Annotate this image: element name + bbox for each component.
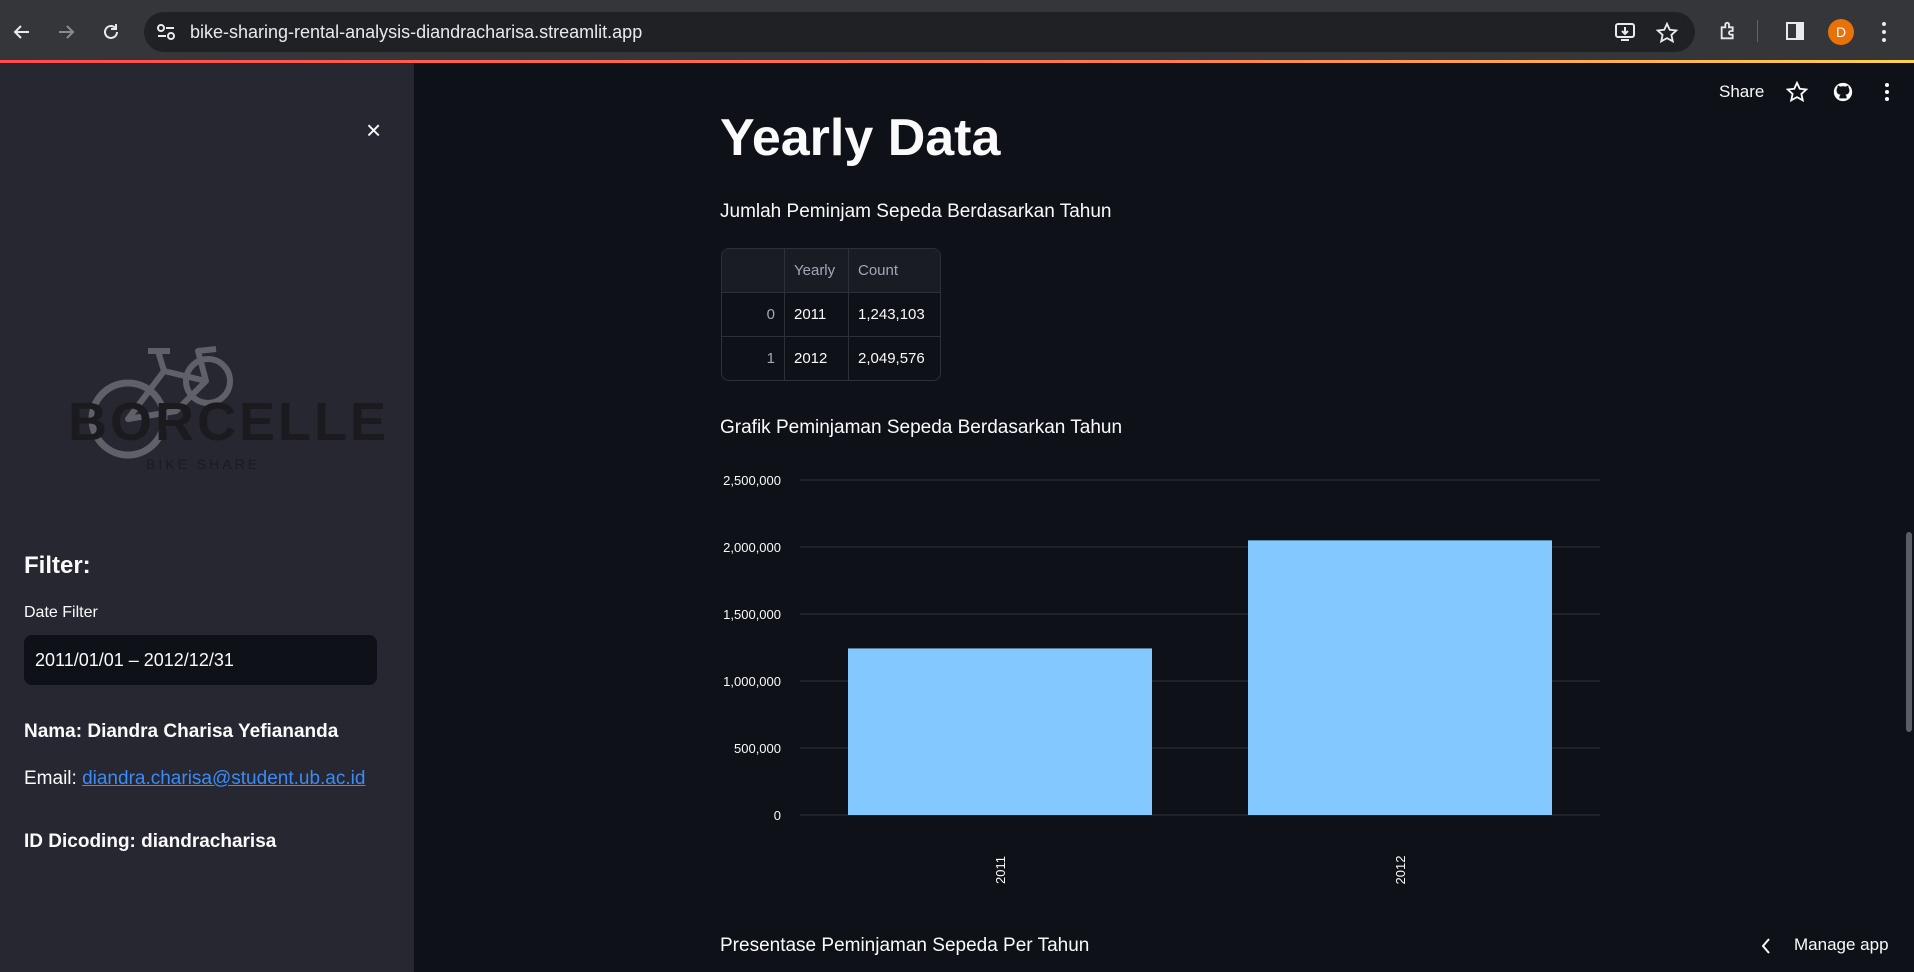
address-bar[interactable]: bike-sharing-rental-analysis-diandrachar… xyxy=(144,12,1695,52)
x-tick-label: 2011 xyxy=(993,856,1008,884)
share-button[interactable]: Share xyxy=(1719,82,1764,102)
table-cell: 2,049,576 xyxy=(848,336,940,380)
y-tick-label: 2,500,000 xyxy=(723,473,781,488)
forward-button[interactable] xyxy=(48,14,84,50)
yearly-data-table[interactable]: Yearly Count 0 2011 1,243,103 1 2012 2,0… xyxy=(721,248,941,381)
column-header-count[interactable]: Count xyxy=(848,249,940,293)
page-title: Yearly Data xyxy=(720,109,1001,167)
row-index: 0 xyxy=(722,292,785,337)
table-header-row: Yearly Count xyxy=(722,249,940,293)
email-row: Email: diandra.charisa@student.ub.ac.id xyxy=(24,768,365,790)
email-label: Email: xyxy=(24,768,77,789)
profile-avatar[interactable]: D xyxy=(1828,19,1854,45)
back-button[interactable] xyxy=(4,14,40,50)
table-caption: Jumlah Peminjam Sepeda Berdasarkan Tahun xyxy=(720,201,1112,222)
y-tick-label: 1,500,000 xyxy=(723,607,781,622)
date-filter-input[interactable]: 2011/01/01 – 2012/12/31 xyxy=(24,635,377,685)
extensions-icon[interactable] xyxy=(1718,20,1740,42)
table-cell: 1,243,103 xyxy=(848,292,940,337)
y-tick-label: 2,000,000 xyxy=(723,540,781,555)
browser-toolbar: bike-sharing-rental-analysis-diandrachar… xyxy=(0,0,1914,62)
chevron-left-icon[interactable] xyxy=(1760,937,1772,955)
date-filter-label: Date Filter xyxy=(24,604,98,621)
browser-menu-icon[interactable] xyxy=(1880,21,1888,43)
table-cell: 2011 xyxy=(784,292,849,337)
url-text: bike-sharing-rental-analysis-diandrachar… xyxy=(190,22,643,42)
bar-2011[interactable] xyxy=(848,648,1152,815)
star-icon[interactable] xyxy=(1786,81,1808,103)
y-tick-label: 0 xyxy=(774,808,781,823)
close-sidebar-button[interactable]: × xyxy=(366,115,381,146)
table-row: 0 2011 1,243,103 xyxy=(722,292,940,337)
column-header-yearly[interactable]: Yearly xyxy=(784,249,849,293)
site-info-icon xyxy=(157,24,175,40)
side-panel-icon[interactable] xyxy=(1785,21,1805,41)
forward-arrow-icon xyxy=(59,25,75,39)
y-tick-label: 500,000 xyxy=(734,741,781,756)
reload-icon xyxy=(104,24,118,39)
dicoding-id: ID Dicoding: diandracharisa xyxy=(24,831,277,852)
filter-heading: Filter: xyxy=(24,552,91,579)
table-cell: 2012 xyxy=(784,336,849,380)
github-icon[interactable] xyxy=(1832,81,1854,103)
index-header xyxy=(722,249,785,293)
back-arrow-icon xyxy=(13,25,29,39)
reload-button[interactable] xyxy=(93,14,129,50)
table-row: 1 2012 2,049,576 xyxy=(722,336,940,380)
chart-caption: Grafik Peminjaman Sepeda Berdasarkan Tah… xyxy=(720,417,1123,438)
logo-tagline: BIKE SHARE xyxy=(146,456,261,472)
manage-app-button[interactable]: Manage app xyxy=(1794,935,1889,955)
main-menu-icon[interactable] xyxy=(1883,82,1891,102)
scrollbar-thumb[interactable] xyxy=(1906,532,1912,732)
email-link[interactable]: diandra.charisa@student.ub.ac.id xyxy=(82,768,365,789)
toolbar-divider xyxy=(1757,20,1758,42)
bookmark-star-icon[interactable] xyxy=(1656,22,1678,44)
bar-2012[interactable] xyxy=(1248,540,1552,815)
author-name: Nama: Diandra Charisa Yefiananda xyxy=(24,721,339,742)
yearly-bar-chart: 0 500,000 1,000,000 1,500,000 2,000,000 2,500… xyxy=(723,473,1600,885)
next-section-caption: Presentase Peminjaman Sepeda Per Tahun xyxy=(720,935,1090,956)
logo-brand: BORCELLE xyxy=(68,392,389,452)
x-tick-label: 2012 xyxy=(1393,856,1408,885)
y-tick-label: 1,000,000 xyxy=(723,674,781,689)
sidebar: × BORCELLE BIKE SHARE Filter: Date Filte… xyxy=(0,63,414,972)
install-app-icon[interactable] xyxy=(1614,22,1636,42)
row-index: 1 xyxy=(722,336,785,380)
